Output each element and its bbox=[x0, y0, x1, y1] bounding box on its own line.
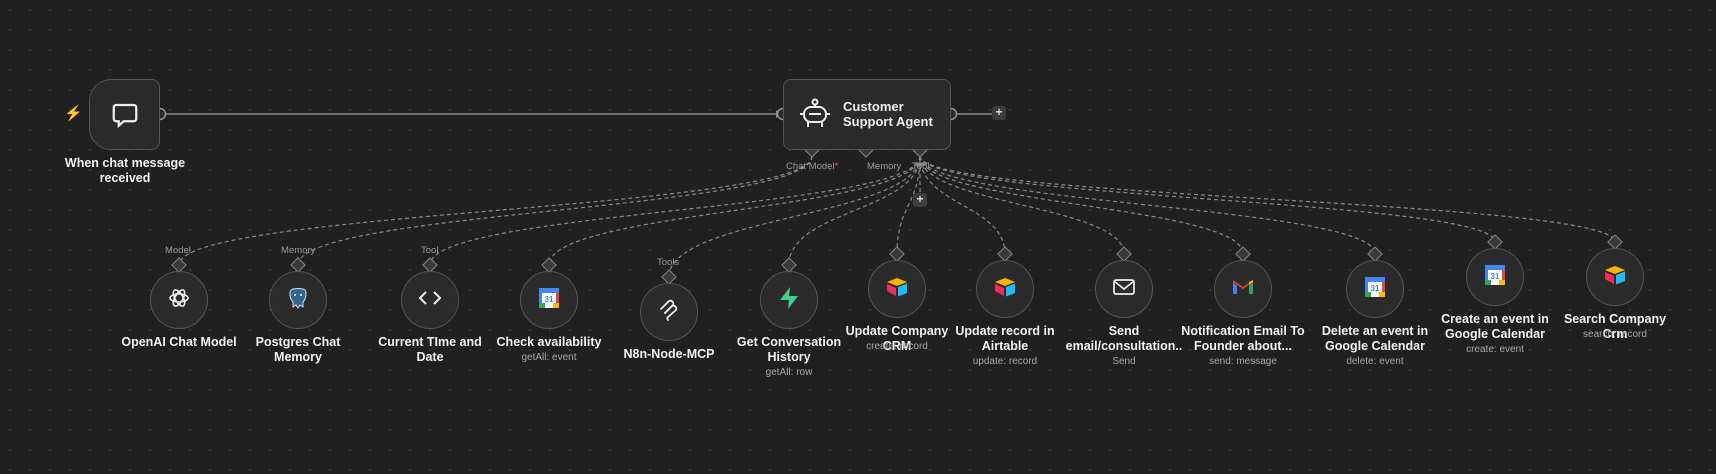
google-calendar-icon: 31 bbox=[1482, 262, 1508, 293]
trigger-node[interactable] bbox=[89, 79, 160, 150]
tool-subtitle: search: record bbox=[1583, 329, 1647, 340]
tool-label: N8n-Node-MCP bbox=[623, 347, 715, 361]
gmail-icon bbox=[1230, 274, 1256, 305]
robot-icon bbox=[800, 98, 830, 127]
tool-port[interactable] bbox=[1487, 234, 1503, 250]
tool-label: Delete an event in Google Calendar bbox=[1321, 324, 1429, 353]
tool-connection bbox=[919, 155, 1616, 243]
workflow-canvas[interactable]: ⚡ When chat message received Customer Su… bbox=[0, 0, 1716, 474]
trigger-bolt-icon: ⚡ bbox=[64, 105, 83, 122]
tool-label: Send email/consultation.. bbox=[1065, 324, 1183, 353]
tool-node[interactable] bbox=[401, 271, 459, 329]
slot-tool: Tool bbox=[912, 161, 930, 172]
tool-node[interactable]: 31 bbox=[1346, 260, 1404, 318]
tool-label: Current TIme and Date bbox=[378, 335, 482, 364]
tool-port[interactable] bbox=[422, 257, 438, 273]
connections-layer bbox=[153, 107, 1623, 285]
tool-node[interactable] bbox=[640, 283, 698, 341]
airtable-icon bbox=[992, 274, 1018, 305]
tool-node[interactable] bbox=[1586, 248, 1644, 306]
tool-port[interactable] bbox=[1607, 234, 1623, 250]
tool-subtitle: create: event bbox=[1466, 344, 1524, 355]
connector-label-model: Model bbox=[165, 245, 191, 256]
tool-label: Update record in Airtable bbox=[955, 324, 1055, 353]
google-calendar-icon: 31 bbox=[536, 285, 562, 316]
tool-port[interactable] bbox=[171, 257, 187, 273]
tool-node[interactable]: 31 bbox=[1466, 248, 1524, 306]
tool-port[interactable] bbox=[889, 246, 905, 262]
tool-label: Create an event in Google Calendar bbox=[1441, 312, 1549, 341]
tool-node[interactable] bbox=[868, 260, 926, 318]
connector-label-tools: Tools bbox=[657, 257, 680, 268]
tool-node[interactable]: 31 bbox=[520, 271, 578, 329]
tool-port[interactable] bbox=[290, 257, 306, 273]
tool-label: Check availability bbox=[496, 335, 602, 349]
tool-subtitle: delete: event bbox=[1346, 356, 1404, 367]
tool-connection bbox=[919, 155, 1244, 255]
trigger-label: When chat message received bbox=[64, 156, 186, 185]
tool-port[interactable] bbox=[781, 257, 797, 273]
tool-connection bbox=[548, 155, 921, 266]
tool-node[interactable] bbox=[1095, 260, 1153, 318]
tool-connection bbox=[178, 155, 813, 266]
add-tool-button[interactable]: + bbox=[913, 193, 927, 207]
code-icon bbox=[417, 285, 443, 316]
agent-node[interactable]: Customer Support Agent bbox=[783, 79, 951, 150]
tool-port[interactable] bbox=[1367, 246, 1383, 262]
tool-subtitle: Send bbox=[1112, 356, 1136, 367]
google-calendar-icon: 31 bbox=[1362, 274, 1388, 305]
mcp-icon bbox=[656, 297, 682, 328]
tool-connection bbox=[429, 155, 921, 266]
svg-text:31: 31 bbox=[1491, 272, 1500, 281]
tool-label: OpenAI Chat Model bbox=[121, 335, 237, 349]
airtable-icon bbox=[1602, 262, 1628, 293]
tool-connection bbox=[788, 155, 921, 266]
tool-node[interactable] bbox=[976, 260, 1034, 318]
tool-subtitle: getAll: row bbox=[765, 367, 813, 378]
tool-port[interactable] bbox=[541, 257, 557, 273]
tool-port[interactable] bbox=[1235, 246, 1251, 262]
chat-bubble-icon bbox=[112, 103, 137, 128]
agent-title: Customer Support Agent bbox=[843, 99, 933, 129]
tool-connection bbox=[919, 155, 1006, 255]
airtable-icon bbox=[884, 274, 910, 305]
tool-label: Postgres Chat Memory bbox=[255, 335, 341, 364]
postgres-icon bbox=[285, 285, 311, 316]
tool-connection bbox=[919, 155, 1376, 255]
slot-chat-model: Chat Model* bbox=[786, 161, 839, 172]
tool-label: Notification Email To Founder about... bbox=[1181, 324, 1305, 353]
tool-subtitle: send: message bbox=[1209, 356, 1277, 367]
tool-subtitle: update: record bbox=[972, 356, 1038, 367]
svg-text:31: 31 bbox=[545, 295, 554, 304]
slot-memory: Memory bbox=[867, 161, 902, 172]
mail-icon bbox=[1111, 274, 1137, 305]
connector-label-memory: Memory bbox=[281, 245, 316, 256]
tool-connection bbox=[668, 155, 921, 278]
tool-port[interactable] bbox=[1116, 246, 1132, 262]
tool-port[interactable] bbox=[997, 246, 1013, 262]
tool-node[interactable] bbox=[269, 271, 327, 329]
tool-node[interactable] bbox=[760, 271, 818, 329]
tool-node[interactable] bbox=[1214, 260, 1272, 318]
openai-icon bbox=[166, 285, 192, 316]
tool-node[interactable] bbox=[150, 271, 208, 329]
svg-text:31: 31 bbox=[1371, 284, 1380, 293]
connector-label-tool: Tool bbox=[421, 245, 439, 256]
supabase-icon bbox=[776, 285, 802, 316]
add-node-button[interactable]: + bbox=[992, 106, 1006, 120]
tool-port[interactable] bbox=[661, 269, 677, 285]
tool-subtitle: getAll: event bbox=[521, 352, 577, 363]
